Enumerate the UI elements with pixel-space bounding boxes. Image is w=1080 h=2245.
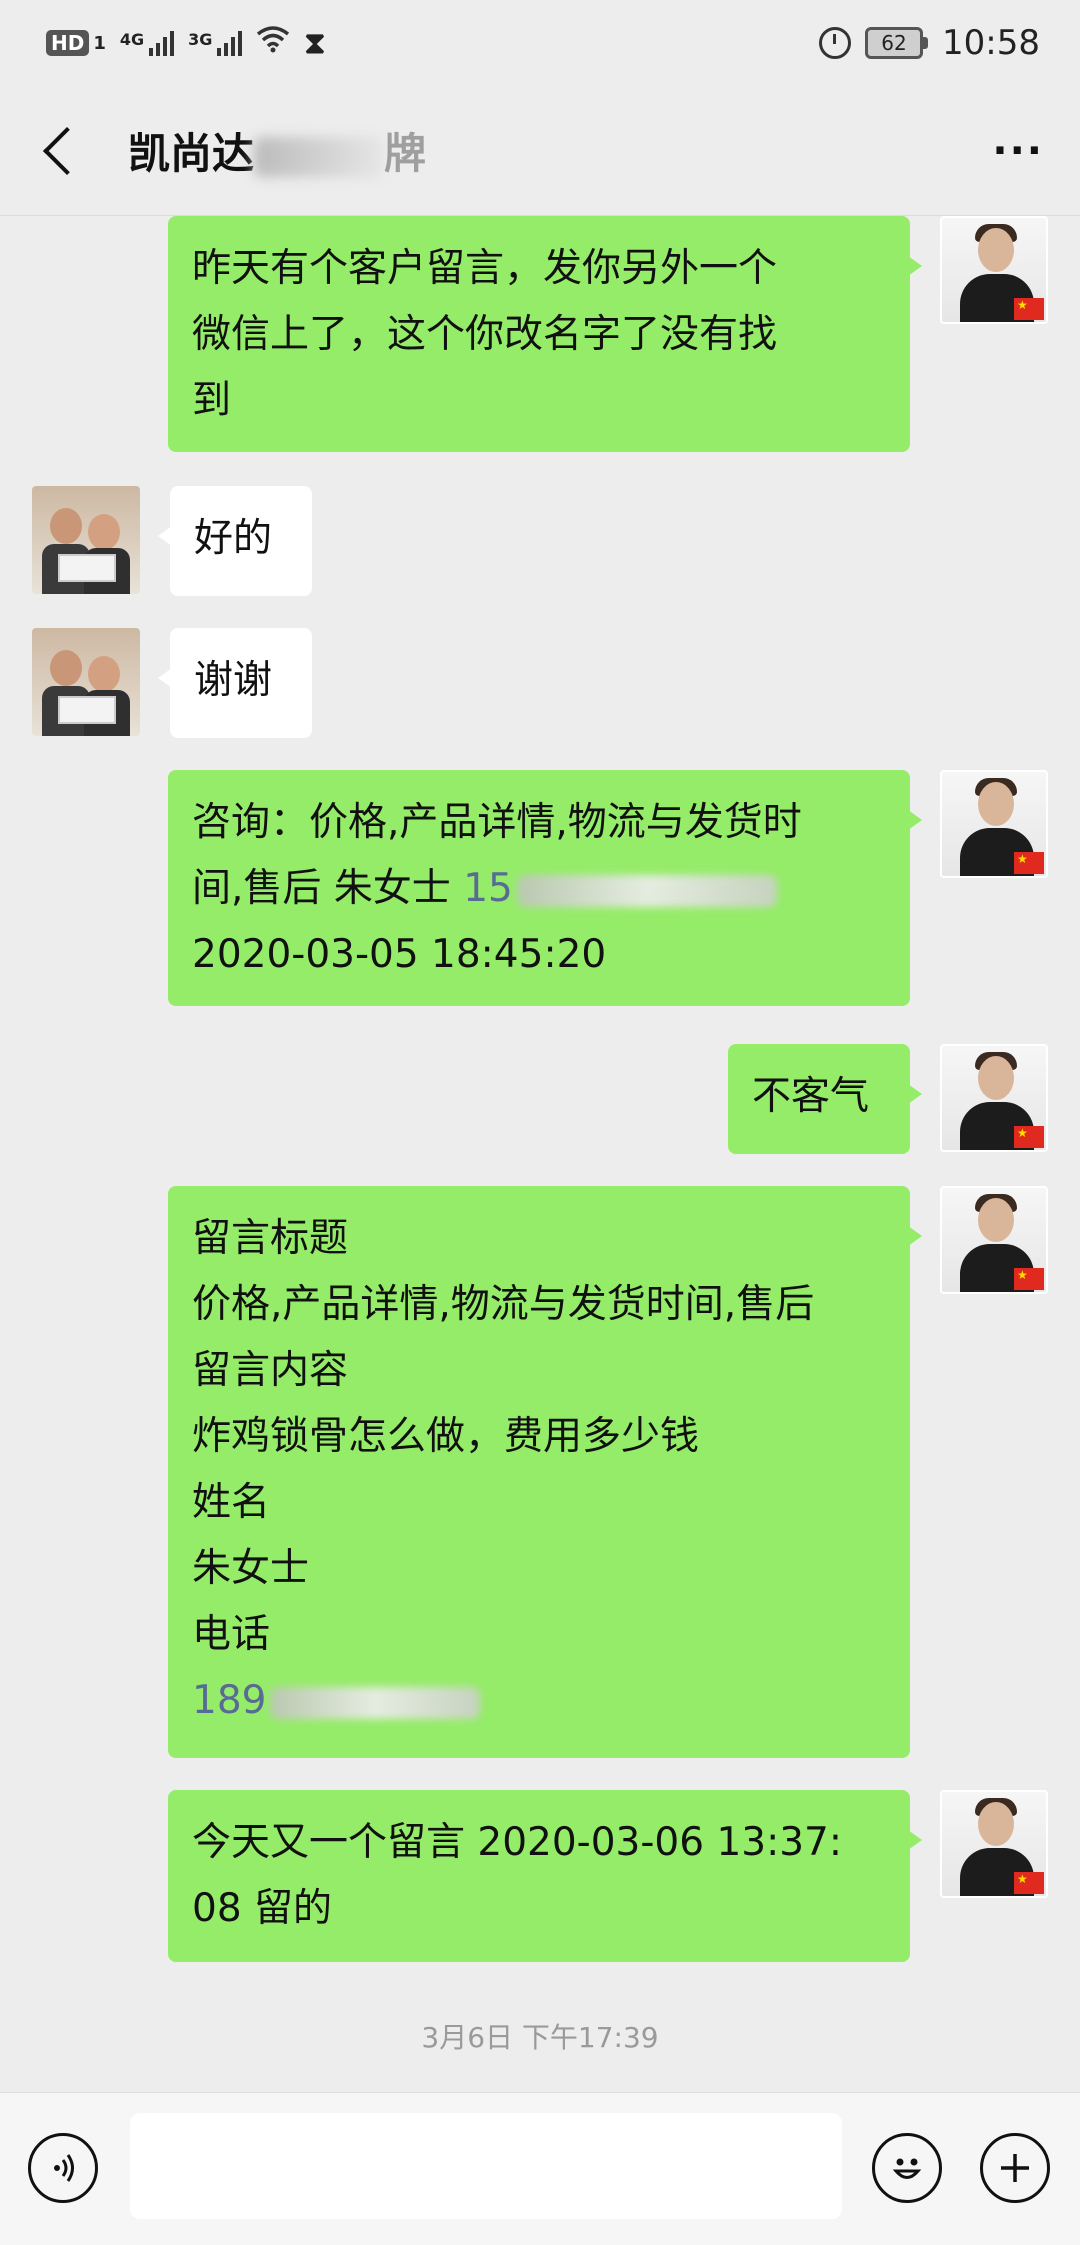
message-line: 间,售后 朱女士 15 bbox=[192, 856, 886, 922]
message-text: 间,售后 朱女士 bbox=[192, 866, 464, 911]
china-flag-icon: ★ bbox=[1014, 1126, 1044, 1148]
hd-icon: HD bbox=[46, 30, 90, 56]
message-line: 189 bbox=[192, 1668, 886, 1734]
title-redaction bbox=[254, 136, 385, 177]
phone-redaction bbox=[270, 1686, 481, 1719]
hd-label: HD bbox=[51, 31, 85, 55]
phone-redaction bbox=[516, 874, 777, 907]
message-line: 电话 bbox=[192, 1612, 271, 1657]
hourglass-icon: ⧗ bbox=[304, 25, 326, 61]
input-bar bbox=[0, 2092, 1080, 2245]
clock-time: 10:58 bbox=[942, 23, 1040, 63]
message-input[interactable] bbox=[130, 2113, 842, 2219]
signal-3g-icon: 3G bbox=[188, 30, 243, 56]
phone-link[interactable]: 15 bbox=[463, 866, 513, 911]
status-right: 62 10:58 bbox=[819, 23, 1040, 63]
china-flag-icon: ★ bbox=[1014, 1268, 1044, 1290]
message-line: 昨天有个客户留言，发你另外一个 bbox=[192, 246, 778, 291]
self-avatar[interactable]: ★ bbox=[940, 1044, 1048, 1152]
message-line: 炸鸡锁骨怎么做，费用多少钱 bbox=[192, 1414, 700, 1459]
message-line: 不客气 bbox=[752, 1074, 870, 1119]
message-line: 朱女士 bbox=[192, 1546, 310, 1591]
message-bubble-self[interactable]: 咨询：价格,产品详情,物流与发货时 间,售后 朱女士 15 2020-03-05… bbox=[168, 770, 922, 1006]
contact-avatar[interactable] bbox=[32, 486, 140, 594]
chat-title-text: 凯尚达 bbox=[128, 129, 255, 178]
chat-title: 凯尚达 牌 bbox=[128, 120, 426, 181]
message-line: 08 留的 bbox=[192, 1886, 333, 1931]
message-line: 今天又一个留言 2020-03-06 13:37: bbox=[192, 1820, 842, 1865]
message-bubble-self[interactable]: 不客气 bbox=[728, 1044, 922, 1154]
chat-header: 凯尚达 牌 ··· bbox=[0, 86, 1080, 216]
chat-timestamp: 3月6日 下午17:39 bbox=[421, 2021, 659, 2054]
self-avatar[interactable]: ★ bbox=[940, 1186, 1048, 1294]
message-bubble-self[interactable]: 今天又一个留言 2020-03-06 13:37: 08 留的 bbox=[168, 1790, 922, 1962]
contact-avatar[interactable] bbox=[32, 628, 140, 736]
message-line: 微信上了，这个你改名字了没有找 bbox=[192, 312, 778, 357]
alarm-icon bbox=[819, 27, 852, 59]
message-line: 留言标题 bbox=[192, 1216, 349, 1261]
sim-label: 1 bbox=[93, 32, 106, 54]
china-flag-icon: ★ bbox=[1014, 298, 1044, 320]
battery-icon: 62 bbox=[865, 27, 929, 59]
self-avatar[interactable]: ★ bbox=[940, 1790, 1048, 1898]
message-line: 好的 bbox=[194, 516, 273, 561]
phone-link[interactable]: 189 bbox=[192, 1678, 266, 1723]
message-line: 谢谢 bbox=[194, 658, 273, 703]
status-left: HD 1 4G 3G ⧗ bbox=[46, 25, 325, 61]
message-bubble-self[interactable]: 昨天有个客户留言，发你另外一个 微信上了，这个你改名字了没有找 到 bbox=[168, 216, 922, 452]
message-line: 到 bbox=[192, 378, 232, 423]
status-bar: HD 1 4G 3G ⧗ 62 10:58 bbox=[0, 0, 1080, 86]
message-bubble-other[interactable]: 谢谢 bbox=[158, 628, 312, 738]
message-line: 留言内容 bbox=[192, 1348, 349, 1393]
china-flag-icon: ★ bbox=[1014, 852, 1044, 874]
message-line: 姓名 bbox=[192, 1480, 271, 1525]
china-flag-icon: ★ bbox=[1014, 1872, 1044, 1894]
net1-label: 4G bbox=[119, 30, 145, 49]
more-options-icon[interactable]: ··· bbox=[992, 128, 1044, 174]
net2-label: 3G bbox=[188, 30, 213, 49]
chat-title-tail: 牌 bbox=[384, 129, 427, 178]
message-line: 2020-03-05 18:45:20 bbox=[192, 932, 607, 977]
self-avatar[interactable]: ★ bbox=[940, 216, 1048, 324]
voice-icon[interactable] bbox=[28, 2133, 98, 2203]
message-line: 咨询：价格,产品详情,物流与发货时 bbox=[192, 800, 802, 845]
wifi-icon bbox=[256, 25, 290, 61]
signal-4g-icon: 4G bbox=[119, 30, 175, 56]
battery-level: 62 bbox=[865, 27, 924, 59]
message-bubble-other[interactable]: 好的 bbox=[158, 486, 312, 596]
emoji-icon[interactable] bbox=[872, 2133, 942, 2203]
message-bubble-self[interactable]: 留言标题 价格,产品详情,物流与发货时间,售后 留言内容 炸鸡锁骨怎么做，费用多… bbox=[168, 1186, 922, 1758]
message-line: 价格,产品详情,物流与发货时间,售后 bbox=[192, 1282, 815, 1327]
plus-icon[interactable] bbox=[980, 2133, 1050, 2203]
self-avatar[interactable]: ★ bbox=[940, 770, 1048, 878]
back-icon[interactable] bbox=[42, 126, 92, 175]
